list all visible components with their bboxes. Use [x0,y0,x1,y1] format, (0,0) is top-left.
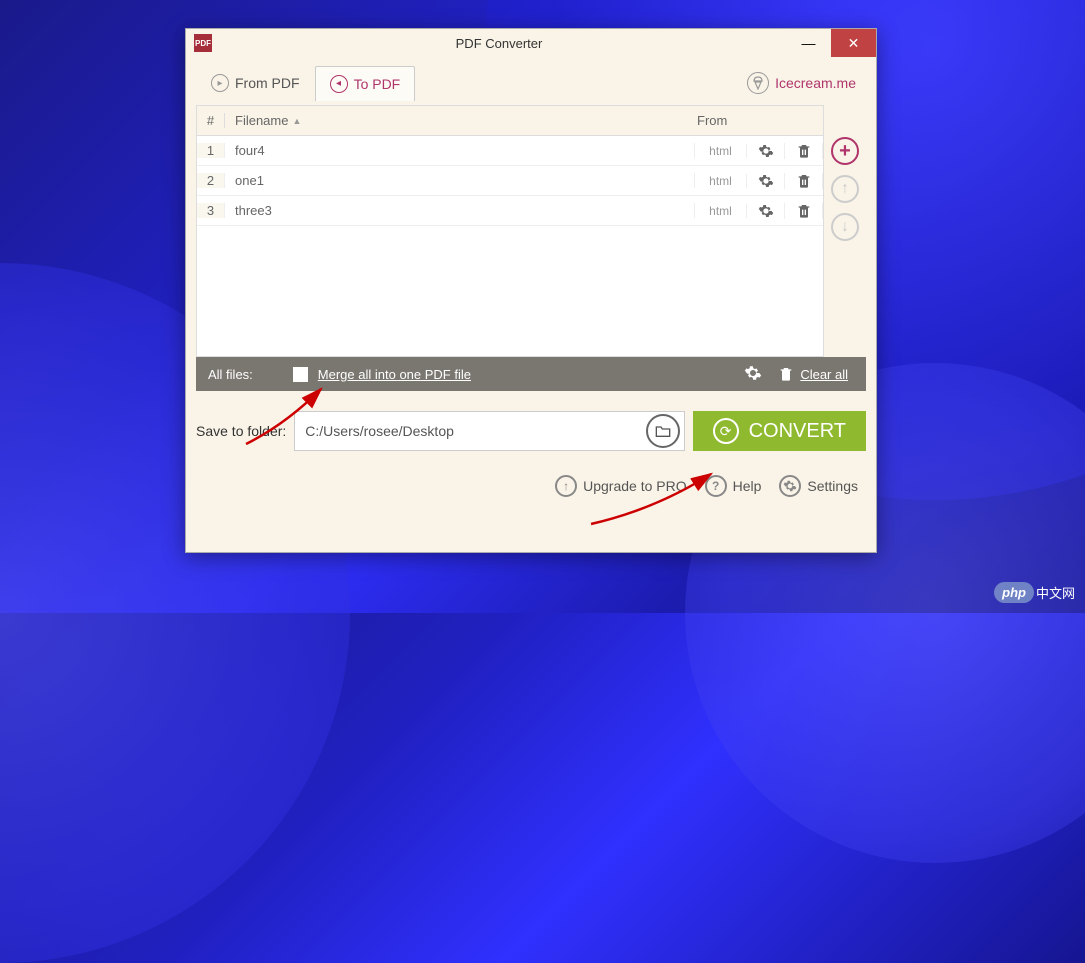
from-pdf-icon: ▸ [211,74,229,92]
row-from: html [695,174,747,188]
row-settings-button[interactable] [747,173,785,189]
file-table: # Filename ▲ From 1 four4 html [196,105,824,357]
save-label: Save to folder: [196,423,286,439]
sort-asc-icon: ▲ [292,116,301,126]
row-from: html [695,204,747,218]
app-window: PDF PDF Converter — ✕ ▸ From PDF ◂ To PD… [185,28,877,553]
move-up-button[interactable]: ↑ [831,175,859,203]
row-settings-button[interactable] [747,143,785,159]
window-title: PDF Converter [212,36,786,51]
folder-icon [655,424,671,438]
row-delete-button[interactable] [785,143,823,159]
minimize-button[interactable]: — [786,29,831,57]
all-files-bar: All files: Merge all into one PDF file C… [196,357,866,391]
brand-link[interactable]: Icecream.me [747,72,866,94]
icecream-icon [747,72,769,94]
row-num: 2 [197,173,225,188]
row-delete-button[interactable] [785,173,823,189]
watermark: php 中文网 [994,582,1075,603]
convert-icon: ⟳ [713,418,739,444]
upgrade-icon: ↑ [555,475,577,497]
row-filename: three3 [225,203,695,218]
merge-checkbox[interactable] [293,367,308,382]
row-filename: four4 [225,143,695,158]
header-filename[interactable]: Filename ▲ [225,113,687,128]
header-from[interactable]: From [687,113,747,128]
add-file-button[interactable]: + [831,137,859,165]
browse-folder-button[interactable] [646,414,680,448]
help-icon: ? [705,475,727,497]
help-link[interactable]: ? Help [705,475,762,497]
titlebar: PDF PDF Converter — ✕ [186,29,876,57]
row-filename: one1 [225,173,695,188]
merge-label[interactable]: Merge all into one PDF file [318,367,471,382]
tabs-row: ▸ From PDF ◂ To PDF Icecream.me [186,57,876,105]
save-row: Save to folder: ⟳ CONVERT [186,391,876,461]
save-path-field [294,411,684,451]
to-pdf-icon: ◂ [330,75,348,93]
trash-icon [778,366,794,382]
row-delete-button[interactable] [785,203,823,219]
settings-link[interactable]: Settings [779,475,858,497]
table-row[interactable]: 2 one1 html [197,166,823,196]
tab-label: To PDF [354,76,401,92]
tab-label: From PDF [235,75,300,91]
header-num[interactable]: # [197,113,225,128]
clear-all-button[interactable]: Clear all [772,366,854,382]
app-icon: PDF [194,34,212,52]
gear-icon [779,475,801,497]
row-num: 1 [197,143,225,158]
brand-label: Icecream.me [775,75,856,91]
bottom-links: ↑ Upgrade to PRO ? Help Settings [186,461,876,511]
row-num: 3 [197,203,225,218]
row-settings-button[interactable] [747,203,785,219]
table-row[interactable]: 3 three3 html [197,196,823,226]
upgrade-link[interactable]: ↑ Upgrade to PRO [555,475,687,497]
tab-from-pdf[interactable]: ▸ From PDF [196,65,315,101]
all-files-settings-button[interactable] [734,364,772,385]
table-header: # Filename ▲ From [197,106,823,136]
convert-button[interactable]: ⟳ CONVERT [693,411,866,451]
table-row[interactable]: 1 four4 html [197,136,823,166]
save-path-input[interactable] [295,423,645,439]
row-from: html [695,144,747,158]
move-down-button[interactable]: ↓ [831,213,859,241]
all-files-label: All files: [208,367,253,382]
close-button[interactable]: ✕ [831,29,876,57]
tab-to-pdf[interactable]: ◂ To PDF [315,66,416,101]
